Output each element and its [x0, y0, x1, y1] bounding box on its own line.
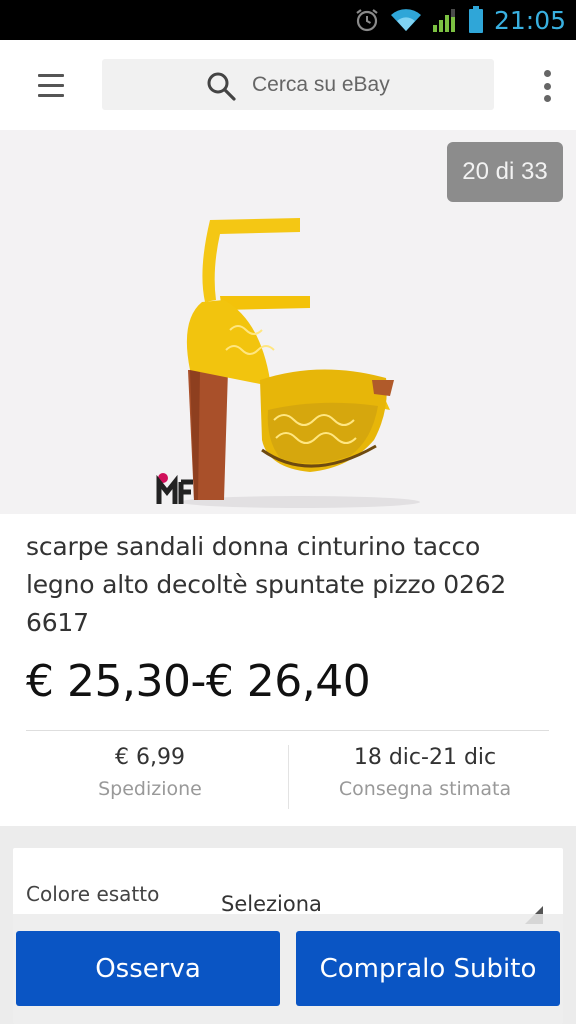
search-input[interactable]: [252, 59, 482, 110]
variant-label: Colore esatto: [26, 882, 160, 906]
shipping-cost-label: Spedizione: [98, 778, 202, 800]
hamburger-menu-icon[interactable]: [24, 64, 78, 106]
shipping-cost-value: € 6,99: [115, 745, 185, 770]
shipping-cost: € 6,99 Spedizione: [26, 745, 274, 800]
image-counter-badge: 20 di 33: [447, 142, 563, 202]
battery-icon: [468, 6, 483, 33]
product-title: scarpe sandali donna cinturino tacco leg…: [26, 532, 507, 637]
delivery-label: Consegna stimata: [338, 778, 512, 800]
status-bar: 21:05: [0, 0, 576, 40]
search-icon: [207, 72, 236, 101]
delivery-dates-value: 18 dic-21 dic: [353, 745, 497, 770]
variant-dropdown[interactable]: Seleziona: [221, 892, 322, 916]
watch-button[interactable]: Osserva: [16, 931, 280, 1006]
signal-icon: [432, 9, 455, 32]
product-price: € 25,30-€ 26,40: [26, 656, 371, 707]
product-image: [180, 218, 420, 508]
bottom-action-bar: Osserva Compralo Subito: [0, 914, 576, 1024]
brand-logo: [156, 473, 193, 504]
app-bar: [0, 40, 576, 130]
more-vert-icon[interactable]: [532, 68, 562, 104]
column-separator: [288, 745, 289, 809]
alarm-icon: [356, 9, 378, 32]
estimated-delivery: 18 dic-21 dic Consegna stimata: [300, 745, 550, 800]
product-image-gallery[interactable]: 20 di 33: [0, 130, 576, 514]
buy-now-button[interactable]: Compralo Subito: [296, 931, 560, 1006]
status-icons: 21:05: [354, 0, 566, 40]
search-bar[interactable]: [102, 59, 494, 110]
shipping-info-row: € 6,99 Spedizione 18 dic-21 dic Consegna…: [0, 731, 576, 821]
wifi-icon: [390, 9, 421, 32]
status-time: 21:05: [493, 5, 566, 35]
